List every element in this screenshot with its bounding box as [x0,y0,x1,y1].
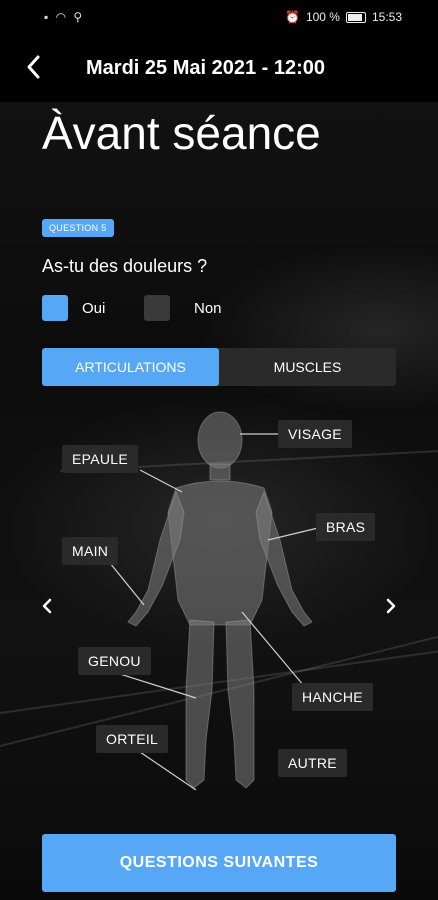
checkbox-non[interactable] [144,295,170,321]
chevron-right-icon[interactable] [384,596,398,616]
label-epaule[interactable]: EPAULE [62,445,139,473]
tab-bar: ARTICULATIONS MUSCLES [42,348,396,386]
next-questions-button[interactable]: QUESTIONS SUIVANTES [42,834,396,892]
tab-muscles[interactable]: MUSCLES [219,348,396,386]
option-label: Oui [82,299,106,317]
option-label: Non [194,299,222,317]
page-title: Àvant séance [42,107,321,159]
header-title: Mardi 25 Mai 2021 - 12:00 [86,57,326,79]
tab-articulations[interactable]: ARTICULATIONS [42,348,219,386]
label-genou[interactable]: GENOU [78,647,151,675]
chevron-left-icon [27,55,40,79]
option-oui[interactable]: Oui [42,295,105,321]
battery-percent: 100 % [305,10,340,24]
label-orteil[interactable]: ORTEIL [96,725,169,753]
status-icons: ▪ ◠ ⚲ [44,10,85,24]
checkbox-oui[interactable] [42,295,68,321]
option-non[interactable]: Non [144,295,222,321]
label-autre[interactable]: AUTRE [278,749,347,777]
clock: 15:53 [371,10,402,24]
status-right: ⏰ 100 % 15:53 [285,10,402,24]
back-button[interactable] [18,50,52,84]
status-bar: ▪ ◠ ⚲ ⏰ 100 % 15:53 [0,0,438,34]
question-badge: QUESTION 5 [42,219,114,237]
app-header: Mardi 25 Mai 2021 - 12:00 [0,34,438,102]
label-bras[interactable]: BRAS [316,513,376,541]
question-text: As-tu des douleurs ? [42,256,208,276]
chevron-left-icon[interactable] [40,596,54,616]
label-visage[interactable]: VISAGE [278,420,352,448]
alarm-icon: ⏰ [284,10,300,24]
battery-icon [345,11,366,23]
label-main[interactable]: MAIN [62,537,119,565]
label-hanche[interactable]: HANCHE [292,683,373,711]
